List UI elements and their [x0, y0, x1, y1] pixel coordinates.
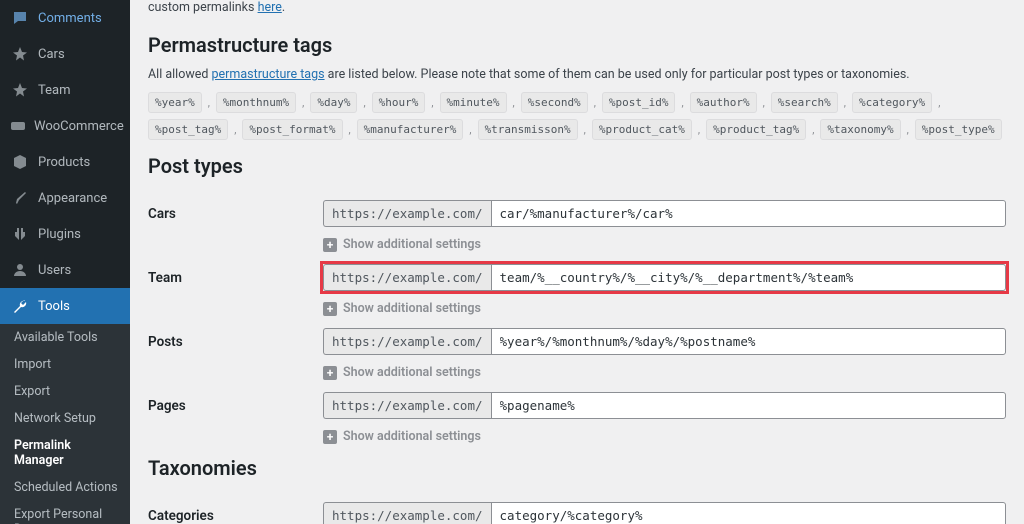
- intro-text: custom permalinks here.: [148, 0, 1006, 21]
- submenu-import[interactable]: Import: [0, 351, 130, 378]
- row-label: Categories: [148, 490, 323, 524]
- url-prefix: https://example.com/: [323, 502, 491, 524]
- menu-label: Cars: [38, 47, 65, 62]
- permastructure-heading: Permastructure tags: [148, 33, 1006, 57]
- menu-label: Appearance: [38, 191, 107, 206]
- permalink-input[interactable]: [491, 502, 1006, 524]
- admin-sidebar: Comments Cars Team WooCommerce Products …: [0, 0, 130, 524]
- permastructure-tag[interactable]: %transmisson%: [478, 119, 578, 140]
- menu-label: Products: [38, 155, 90, 170]
- taxonomies-heading: Taxonomies: [148, 456, 1006, 480]
- pin-icon: [10, 80, 30, 100]
- posttypes-table: Carshttps://example.com/+Show additional…: [148, 188, 1006, 444]
- submenu-scheduled-actions[interactable]: Scheduled Actions: [0, 474, 130, 501]
- permastructure-tag[interactable]: %post_format%: [242, 119, 342, 140]
- submenu-export-personal[interactable]: Export Personal Data: [0, 501, 130, 524]
- permastructure-tag[interactable]: %hour%: [372, 92, 426, 113]
- permastructure-tag[interactable]: %second%: [521, 92, 588, 113]
- plus-icon: +: [323, 302, 337, 316]
- intro-link[interactable]: here: [258, 0, 282, 15]
- permastructure-tag[interactable]: %day%: [310, 92, 357, 113]
- woo-icon: [10, 116, 26, 136]
- menu-label: Team: [38, 83, 71, 98]
- url-prefix: https://example.com/: [323, 264, 491, 291]
- permastructure-tag[interactable]: %manufacturer%: [357, 119, 464, 140]
- permastructure-tags: %year%,%monthnum%,%day%,%hour%,%minute%,…: [148, 92, 1006, 140]
- menu-label: Tools: [38, 299, 70, 314]
- menu-cars[interactable]: Cars: [0, 36, 130, 72]
- box-icon: [10, 152, 30, 172]
- taxonomies-table: Categorieshttps://example.com/: [148, 490, 1006, 524]
- brush-icon: [10, 188, 30, 208]
- pin-icon: [10, 44, 30, 64]
- menu-users[interactable]: Users: [0, 252, 130, 288]
- permastructure-tag[interactable]: %author%: [690, 92, 757, 113]
- show-additional-settings[interactable]: +Show additional settings: [323, 301, 1006, 316]
- url-prefix: https://example.com/: [323, 328, 491, 355]
- posttypes-heading: Post types: [148, 154, 1006, 178]
- submenu-available-tools[interactable]: Available Tools: [0, 324, 130, 351]
- tools-submenu: Available Tools Import Export Network Se…: [0, 324, 130, 524]
- show-additional-settings[interactable]: +Show additional settings: [323, 365, 1006, 380]
- permastructure-tag[interactable]: %year%: [148, 92, 202, 113]
- menu-woocommerce[interactable]: WooCommerce: [0, 108, 130, 144]
- row-label: Cars: [148, 188, 323, 252]
- permastructure-tag[interactable]: %product_tag%: [706, 119, 806, 140]
- plus-icon: +: [323, 238, 337, 252]
- submenu-permalink-manager[interactable]: Permalink Manager: [0, 432, 130, 474]
- row-label: Pages: [148, 380, 323, 444]
- menu-label: WooCommerce: [34, 119, 124, 134]
- menu-tools[interactable]: Tools: [0, 288, 130, 324]
- menu-team[interactable]: Team: [0, 72, 130, 108]
- menu-appearance[interactable]: Appearance: [0, 180, 130, 216]
- permastructure-tag[interactable]: %taxonomy%: [820, 119, 900, 140]
- menu-label: Comments: [38, 11, 102, 26]
- permastructure-tag[interactable]: %minute%: [440, 92, 507, 113]
- permastructure-link[interactable]: permastructure tags: [212, 67, 325, 82]
- menu-comments[interactable]: Comments: [0, 0, 130, 36]
- permastructure-tag[interactable]: %search%: [771, 92, 838, 113]
- url-prefix: https://example.com/: [323, 200, 491, 227]
- menu-plugins[interactable]: Plugins: [0, 216, 130, 252]
- permastructure-desc: All allowed permastructure tags are list…: [148, 67, 1006, 82]
- plug-icon: [10, 224, 30, 244]
- permastructure-tag[interactable]: %category%: [852, 92, 932, 113]
- permalink-input[interactable]: [491, 264, 1006, 291]
- url-prefix: https://example.com/: [323, 392, 491, 419]
- plus-icon: +: [323, 430, 337, 444]
- comment-icon: [10, 8, 30, 28]
- permalink-input[interactable]: [491, 200, 1006, 227]
- row-label: Posts: [148, 316, 323, 380]
- plus-icon: +: [323, 366, 337, 380]
- permastructure-tag[interactable]: %monthnum%: [216, 92, 296, 113]
- user-icon: [10, 260, 30, 280]
- menu-label: Plugins: [38, 227, 81, 242]
- permalink-input[interactable]: [491, 328, 1006, 355]
- show-additional-settings[interactable]: +Show additional settings: [323, 429, 1006, 444]
- permastructure-tag[interactable]: %post_type%: [915, 119, 1002, 140]
- permastructure-tag[interactable]: %post_tag%: [148, 119, 228, 140]
- menu-products[interactable]: Products: [0, 144, 130, 180]
- submenu-network-setup[interactable]: Network Setup: [0, 405, 130, 432]
- row-label: Team: [148, 252, 323, 316]
- menu-label: Users: [38, 263, 71, 278]
- main-content: custom permalinks here. Permastructure t…: [130, 0, 1024, 524]
- permastructure-tag[interactable]: %product_cat%: [592, 119, 692, 140]
- submenu-export[interactable]: Export: [0, 378, 130, 405]
- permalink-input[interactable]: [491, 392, 1006, 419]
- wrench-icon: [10, 296, 30, 316]
- permastructure-tag[interactable]: %post_id%: [602, 92, 676, 113]
- show-additional-settings[interactable]: +Show additional settings: [323, 237, 1006, 252]
